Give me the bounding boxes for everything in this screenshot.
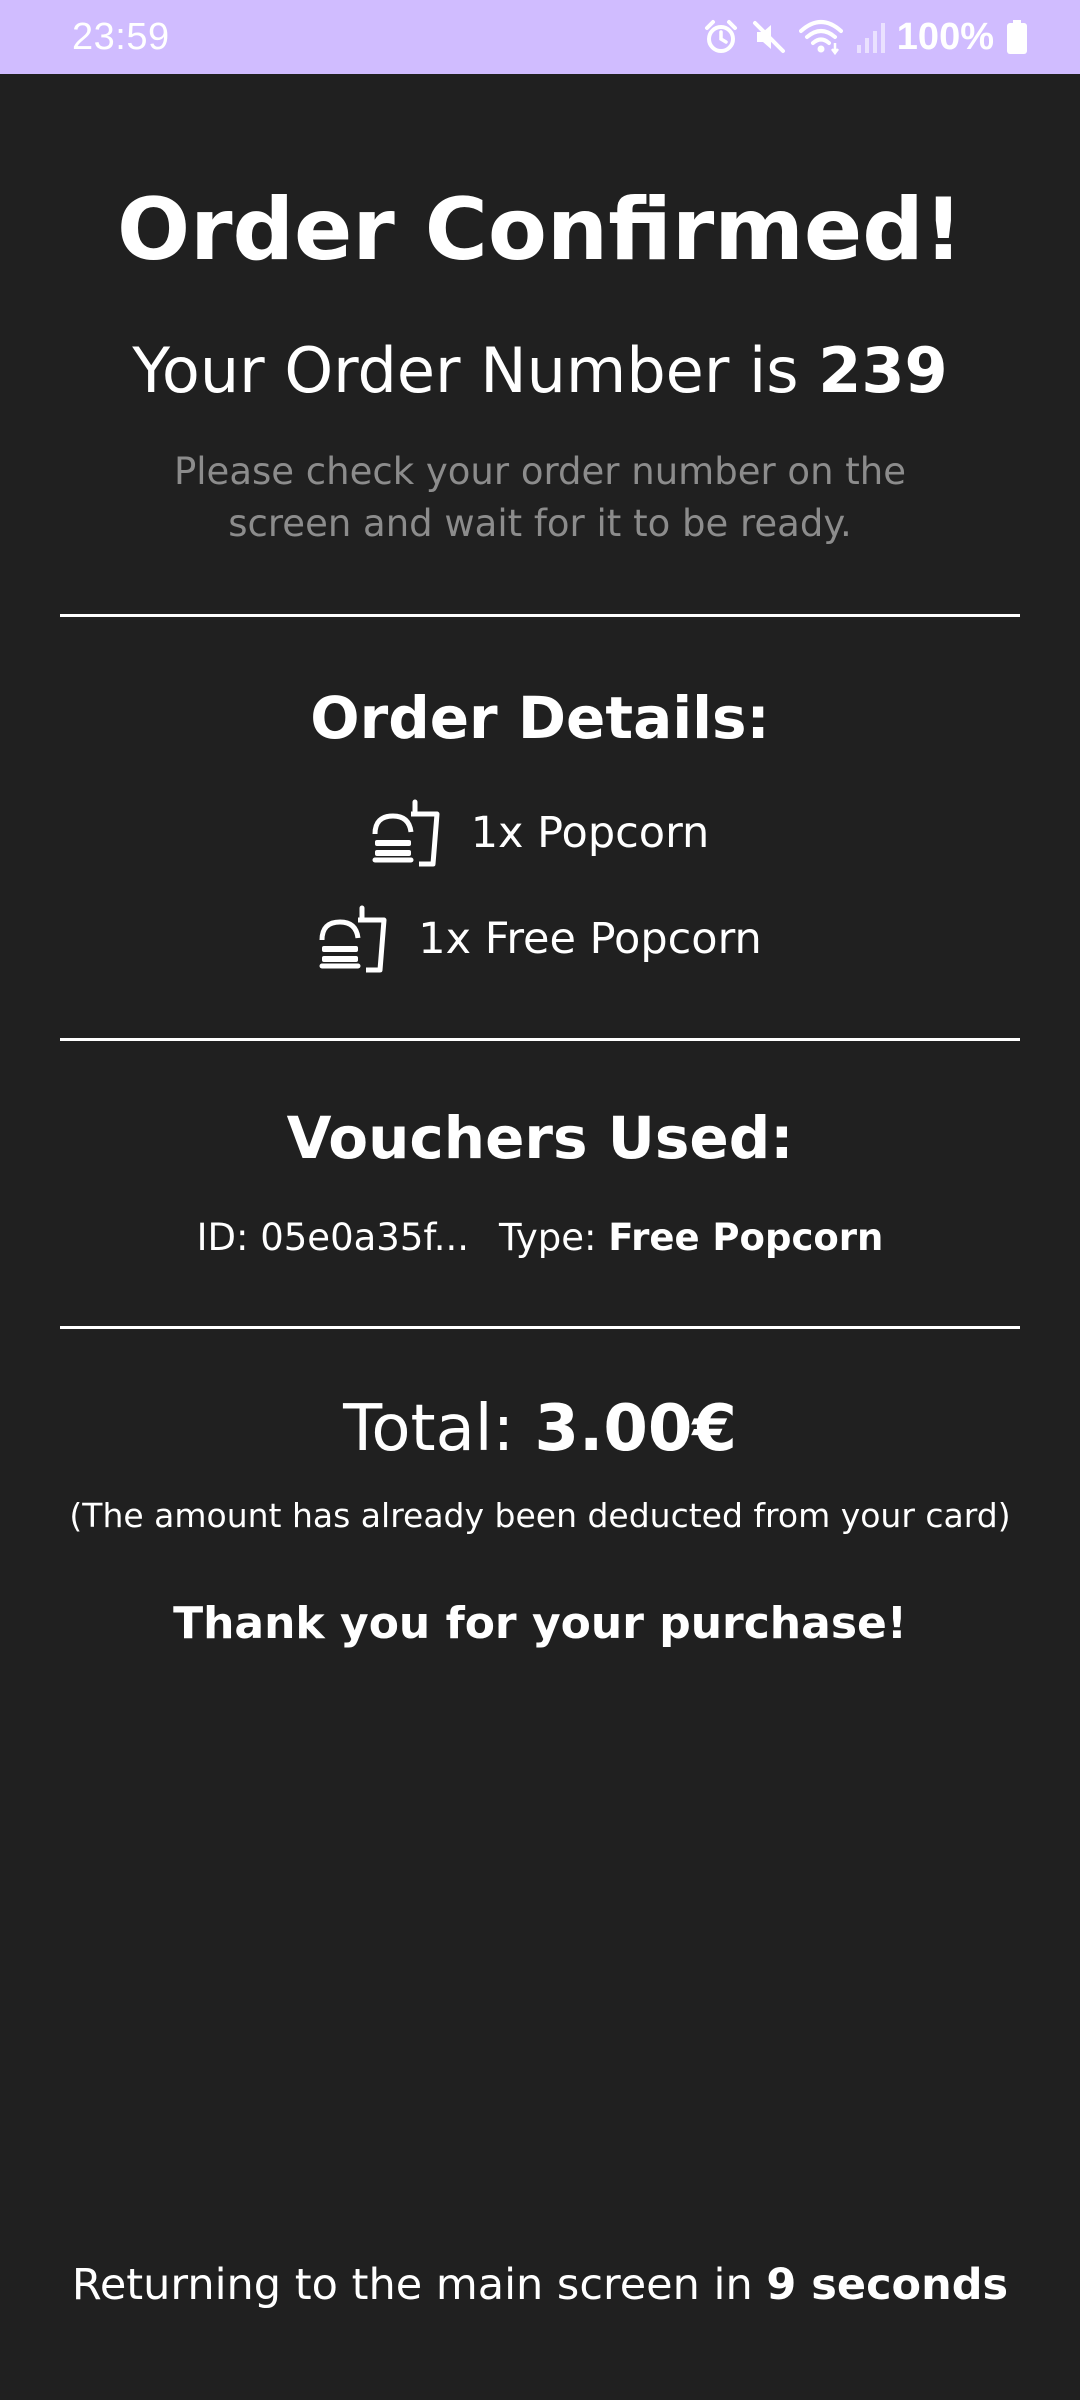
signal-icon [855,19,885,55]
order-number: 239 [818,334,948,407]
vouchers-heading: Vouchers Used: [286,1104,794,1172]
divider [60,1326,1020,1329]
voucher-row: ID: 05e0a35f... Type: Free Popcorn [0,1216,1080,1259]
order-item: 1x Free Popcorn [0,904,1080,974]
battery-icon [1006,19,1028,55]
total-line: Total: 3.00€ [0,1392,1080,1466]
deducted-note: (The amount has already been deducted fr… [69,1496,1011,1535]
fast-food-icon [371,798,441,868]
order-details-heading: Order Details: [310,684,770,752]
return-countdown-prefix: Returning to the main screen in [71,2260,753,2310]
divider [60,614,1020,617]
order-item: 1x Popcorn [0,798,1080,868]
voucher-type-value: Free Popcorn [608,1216,884,1259]
order-number-line: Your Order Number is 239 [0,334,1080,407]
wifi-icon [798,19,843,55]
fast-food-icon [318,904,388,974]
divider [60,1038,1020,1041]
order-hint: Please check your order number on the sc… [173,450,907,545]
order-item-label: 1x Popcorn [470,808,710,858]
total-prefix: Total: [343,1392,515,1466]
battery-level: 100% [896,15,994,58]
voucher-type-prefix: Type: [498,1216,597,1259]
mute-icon [751,19,787,55]
order-item-label: 1x Free Popcorn [418,914,762,964]
page-title: Order Confirmed! [116,180,964,280]
order-number-prefix: Your Order Number is [132,334,799,407]
status-time: 23:59 [72,15,170,58]
return-countdown-value: 9 seconds [766,2260,1009,2310]
thank-you-message: Thank you for your purchase! [173,1598,907,1649]
order-confirmation-screen: Order Confirmed! Your Order Number is 23… [0,74,1080,2400]
status-bar: 23:59 100% [0,0,1080,74]
voucher-type: Type: Free Popcorn [499,1216,883,1259]
status-icons: 100% [703,16,1028,59]
voucher-id: ID: 05e0a35f... [196,1216,469,1259]
total-value: 3.00€ [534,1392,737,1466]
return-countdown: Returning to the main screen in 9 second… [0,2260,1080,2310]
alarm-icon [703,19,739,55]
